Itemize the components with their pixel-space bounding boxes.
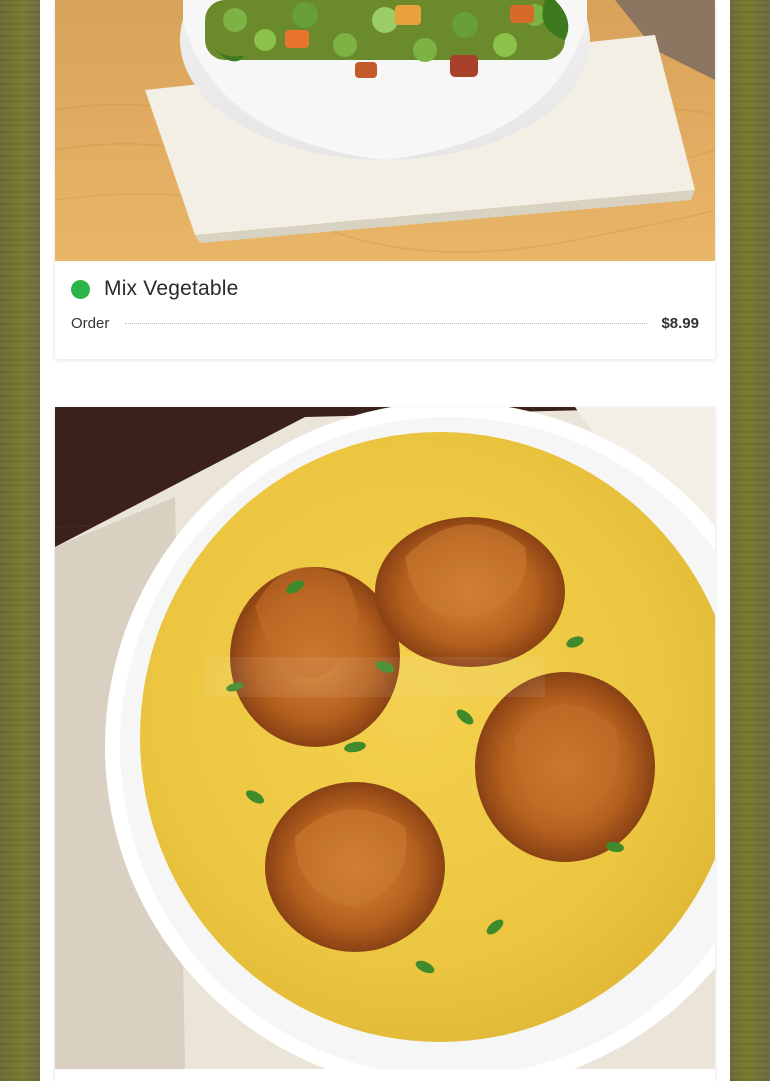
mix-vegetable-photo[interactable] — [55, 0, 715, 261]
dotted-leader — [125, 322, 648, 324]
menu-item-title: Mix Vegetable — [71, 273, 239, 305]
item-price: $8.99 — [661, 314, 699, 332]
menu-item-name: Mix Vegetable — [104, 277, 239, 300]
order-button[interactable]: Order $8.99 — [71, 313, 699, 333]
menu-page: Mix Vegetable Order $8.99 — [40, 0, 730, 1081]
menu-item-card[interactable] — [55, 407, 715, 1081]
order-label[interactable]: Order — [71, 315, 109, 332]
pakora-kadhi-photo[interactable] — [55, 407, 715, 1069]
veg-indicator-icon — [71, 279, 90, 299]
menu-item-card[interactable]: Mix Vegetable Order $8.99 — [55, 0, 715, 359]
